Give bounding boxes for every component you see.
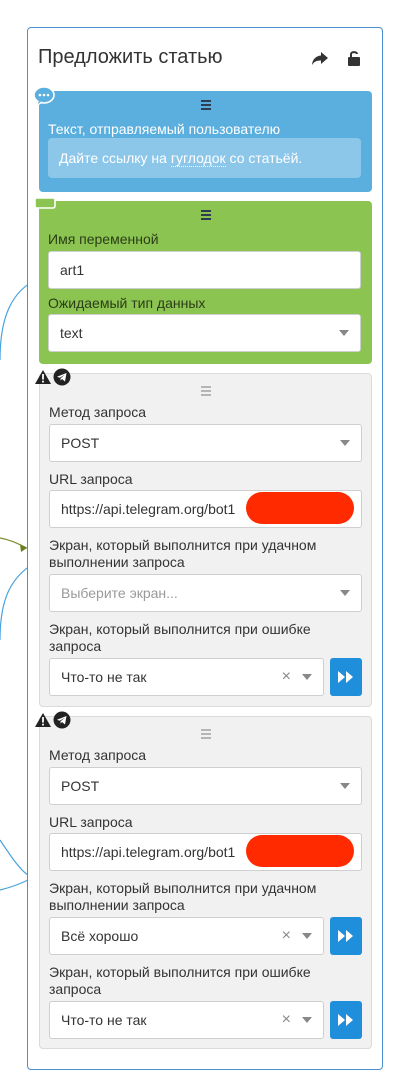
error-screen-value: Что-то не так <box>61 669 147 685</box>
message-text-link: гуглодок <box>170 150 226 167</box>
success-screen-label-line1: Экран, который выполнится при удачном <box>49 537 317 553</box>
error-screen-value: Что-то не так <box>61 1012 147 1028</box>
go-to-error-screen-button[interactable] <box>330 1001 362 1039</box>
request-url-value: https://api.telegram.org/bot1 <box>61 501 236 517</box>
clear-icon[interactable]: × <box>282 918 291 954</box>
success-screen-select[interactable]: Выберите экран... <box>49 574 362 612</box>
variable-name-value: art1 <box>60 262 85 278</box>
message-text-end: со статьёй. <box>225 150 303 166</box>
http-request-block: Метод запроса POST URL запроса https://a… <box>35 368 372 707</box>
request-url-label: URL запроса <box>49 814 133 830</box>
drag-handle-icon[interactable] <box>200 100 211 112</box>
data-type-select[interactable]: text <box>48 314 361 352</box>
error-screen-select[interactable]: Что-то не так × <box>49 658 324 696</box>
drag-handle-icon[interactable] <box>200 386 211 398</box>
success-screen-label-line2: выполнении запроса <box>49 897 185 913</box>
data-type-value: text <box>60 325 83 341</box>
error-screen-label-line1: Экран, который выполнится при ошибке <box>49 964 311 980</box>
error-screen-select[interactable]: Что-то не так × <box>49 1001 324 1039</box>
error-screen-label-line2: запроса <box>49 981 102 997</box>
clear-icon[interactable]: × <box>282 1002 291 1038</box>
error-screen-label-line2: запроса <box>49 638 102 654</box>
message-text-start: Дайте ссылку на <box>59 150 171 166</box>
request-method-select[interactable]: POST <box>49 424 362 462</box>
drag-handle-icon[interactable] <box>200 729 211 741</box>
success-screen-label-line1: Экран, который выполнится при удачном <box>49 880 317 896</box>
success-screen-label-line2: выполнении запроса <box>49 554 185 570</box>
go-to-error-screen-button[interactable] <box>330 658 362 696</box>
chevron-down-icon <box>340 440 350 446</box>
request-method-select[interactable]: POST <box>49 767 362 805</box>
chevron-down-icon <box>340 590 350 596</box>
redaction-mark <box>246 492 354 524</box>
chevron-down-icon <box>302 933 312 939</box>
unlock-icon[interactable] <box>344 48 364 68</box>
go-to-success-screen-button[interactable] <box>330 917 362 955</box>
error-screen-label-line1: Экран, который выполнится при ошибке <box>49 621 311 637</box>
http-request-block: Метод запроса POST URL запроса https://a… <box>35 711 372 1049</box>
message-block: Текст, отправляемый пользователю Дайте с… <box>33 86 372 192</box>
clear-icon[interactable]: × <box>282 659 291 695</box>
redaction-mark <box>246 835 354 867</box>
request-method-value: POST <box>61 435 100 451</box>
share-icon[interactable] <box>310 48 330 68</box>
success-screen-select[interactable]: Всё хорошо × <box>49 917 324 955</box>
data-type-label: Ожидаемый тип данных <box>48 295 206 311</box>
fast-forward-icon <box>338 671 353 683</box>
variable-name-label: Имя переменной <box>48 231 159 247</box>
chevron-down-icon <box>302 1017 312 1023</box>
message-text-box[interactable]: Дайте ссылку на гуглодок со статьёй. <box>48 138 361 178</box>
variable-name-input[interactable]: art1 <box>48 251 361 289</box>
fast-forward-icon <box>338 1014 353 1026</box>
warning-icon <box>35 713 51 727</box>
success-screen-placeholder: Выберите экран... <box>61 585 178 601</box>
telegram-icon <box>53 368 71 386</box>
fast-forward-icon <box>338 930 353 942</box>
request-url-label: URL запроса <box>49 471 133 487</box>
input-field-icon <box>34 197 56 209</box>
request-method-value: POST <box>61 778 100 794</box>
chevron-down-icon <box>339 330 349 336</box>
request-method-label: Метод запроса <box>49 404 147 420</box>
warning-icon <box>35 370 51 384</box>
panel-header: Предложить статью <box>38 42 372 72</box>
screen-editor-panel: Предложить статью Текст, отправляемый по… <box>27 27 383 1070</box>
variable-input-block: Имя переменной art1 Ожидаемый тип данных… <box>34 197 372 364</box>
request-method-label: Метод запроса <box>49 747 147 763</box>
success-screen-value: Всё хорошо <box>61 928 139 944</box>
request-url-value: https://api.telegram.org/bot1 <box>61 844 236 860</box>
chat-bubble-icon <box>33 86 55 108</box>
chevron-down-icon <box>302 674 312 680</box>
drag-handle-icon[interactable] <box>200 210 211 222</box>
message-label: Текст, отправляемый пользователю <box>48 121 281 137</box>
telegram-icon <box>53 711 71 729</box>
chevron-down-icon <box>340 783 350 789</box>
